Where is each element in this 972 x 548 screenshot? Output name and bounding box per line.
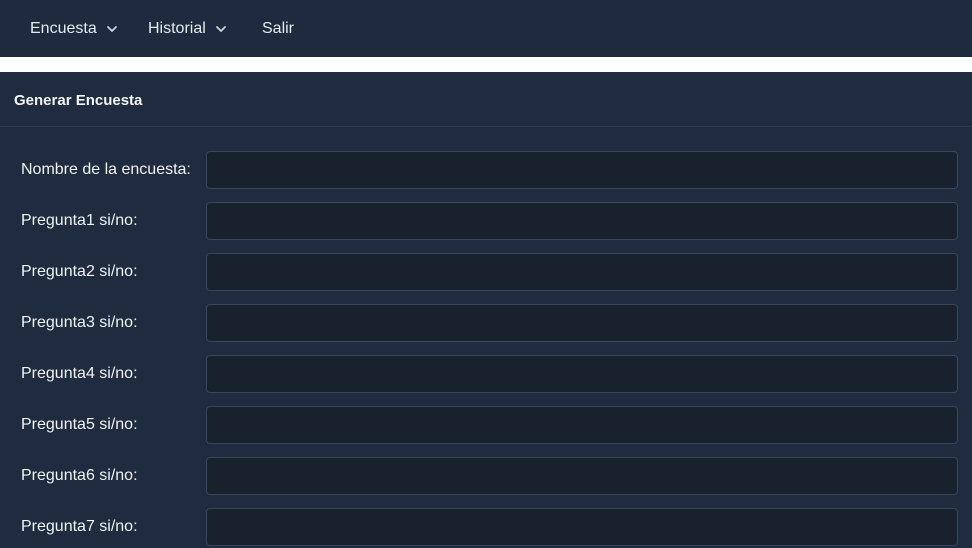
nav-link-salir[interactable]: Salir [262, 0, 294, 57]
question-2-label: Pregunta2 si/no: [21, 263, 138, 280]
top-navbar: Encuesta Historial Salir [0, 0, 972, 57]
question-6-input[interactable] [206, 457, 958, 495]
question-7-input[interactable] [206, 508, 958, 546]
form-row-question-4: Pregunta4 si/no: [0, 355, 972, 393]
question-7-label: Pregunta7 si/no: [21, 518, 138, 535]
survey-name-label: Nombre de la encuesta: [21, 161, 191, 178]
header-separator-strip [0, 57, 972, 72]
form-row-question-3: Pregunta3 si/no: [0, 304, 972, 342]
survey-name-input[interactable] [206, 151, 958, 189]
question-6-label: Pregunta6 si/no: [21, 467, 138, 484]
chevron-down-icon [106, 25, 117, 32]
question-1-label: Pregunta1 si/no: [21, 212, 138, 229]
form-row-question-5: Pregunta5 si/no: [0, 406, 972, 444]
question-5-label: Pregunta5 si/no: [21, 416, 138, 433]
form-row-question-7: Pregunta7 si/no: [0, 508, 972, 546]
chevron-down-icon [215, 25, 226, 32]
question-1-input[interactable] [206, 202, 958, 240]
question-2-input[interactable] [206, 253, 958, 291]
question-5-input[interactable] [206, 406, 958, 444]
question-4-label: Pregunta4 si/no: [21, 365, 138, 382]
nav-menu-encuesta[interactable]: Encuesta [30, 0, 119, 57]
question-4-input[interactable] [206, 355, 958, 393]
form-row-question-1: Pregunta1 si/no: [0, 202, 972, 240]
question-3-input[interactable] [206, 304, 958, 342]
nav-menu-encuesta-label: Encuesta [30, 19, 97, 37]
card-header: Generar Encuesta [0, 72, 972, 127]
question-3-label: Pregunta3 si/no: [21, 314, 138, 331]
nav-link-salir-label: Salir [262, 19, 295, 37]
nav-menu-historial-label: Historial [148, 19, 206, 37]
form-row-question-2: Pregunta2 si/no: [0, 253, 972, 291]
card-title: Generar Encuesta [14, 92, 143, 109]
form-row-question-6: Pregunta6 si/no: [0, 457, 972, 495]
form-row-survey-name: Nombre de la encuesta: [0, 151, 972, 189]
survey-form-card: Generar Encuesta Nombre de la encuesta: … [0, 72, 972, 548]
nav-menu-historial[interactable]: Historial [148, 0, 228, 57]
